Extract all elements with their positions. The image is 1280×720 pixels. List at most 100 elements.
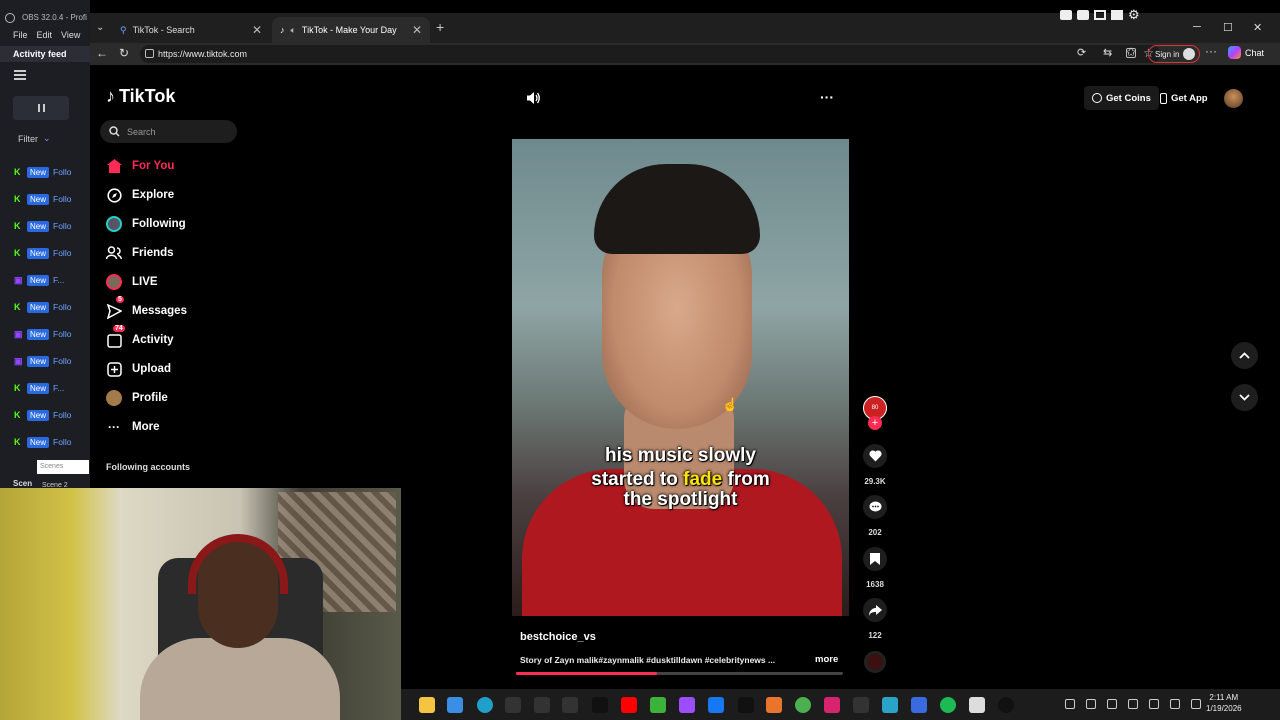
y-app-icon[interactable] xyxy=(534,697,550,713)
obs-activity-row[interactable]: K New Follo xyxy=(14,436,71,448)
copilot-chat-button[interactable]: Chat xyxy=(1228,46,1264,59)
obs-activity-row[interactable]: K New Follo xyxy=(14,193,71,205)
close-icon[interactable]: ✕ xyxy=(252,23,262,37)
window-close-icon[interactable]: ✕ xyxy=(1253,21,1262,34)
obs-hamburger-icon[interactable] xyxy=(14,70,26,80)
nav-upload[interactable]: Upload xyxy=(106,358,171,380)
camera-icon[interactable] xyxy=(1060,10,1072,20)
mic-icon[interactable] xyxy=(1128,699,1138,709)
messenger-icon[interactable] xyxy=(679,697,695,713)
a-app-icon[interactable] xyxy=(505,697,521,713)
follow-plus-icon[interactable]: + xyxy=(868,416,882,430)
next-video-button[interactable] xyxy=(1231,384,1258,411)
more-options-icon[interactable]: ··· xyxy=(820,89,834,105)
nav-profile[interactable]: Profile xyxy=(106,387,168,409)
extension-icon[interactable]: ⟳ xyxy=(1077,46,1086,59)
obs-activity-row[interactable]: K New Follo xyxy=(14,409,71,421)
xbox-icon[interactable] xyxy=(650,697,666,713)
nav-explore[interactable]: Explore xyxy=(106,184,174,206)
video-player[interactable]: his music slowly started to fade from th… xyxy=(512,139,849,616)
reload-icon[interactable]: ↻ xyxy=(119,46,129,60)
obs2-icon[interactable] xyxy=(998,697,1014,713)
wifi-off-icon[interactable] xyxy=(1086,699,1096,709)
volume-icon[interactable] xyxy=(526,91,541,105)
keyboard-icon[interactable] xyxy=(1149,699,1159,709)
minimize-icon[interactable]: ─ xyxy=(1193,21,1201,33)
search-box[interactable]: Search xyxy=(100,120,237,143)
obs-menu-edit[interactable]: Edit xyxy=(37,30,53,40)
sidebar-icon[interactable]: ⇆ xyxy=(1103,46,1112,59)
tab-list-chevron-icon[interactable]: ⌄ xyxy=(96,22,104,33)
nav-more[interactable]: ··· More xyxy=(106,416,159,438)
facebook-icon[interactable] xyxy=(708,697,724,713)
obs-activity-row[interactable]: K New F... xyxy=(14,382,64,394)
network-icon[interactable] xyxy=(1170,699,1180,709)
tab-tiktok-home[interactable]: ♪ 🔈︎ TikTok - Make Your Day ✕ xyxy=(272,17,430,43)
obs-activity-row[interactable]: ▣ New Follo xyxy=(14,355,71,367)
nav-for-you[interactable]: For You xyxy=(106,155,174,177)
comment-button[interactable] xyxy=(863,495,887,519)
previous-video-button[interactable] xyxy=(1231,342,1258,369)
video-author[interactable]: bestchoice_vs xyxy=(520,631,596,643)
obs-activity-row[interactable]: ▣ New Follo xyxy=(14,328,71,340)
save-button[interactable] xyxy=(863,547,887,571)
youtube-icon[interactable] xyxy=(621,697,637,713)
app3-icon[interactable] xyxy=(911,697,927,713)
favorites-icon[interactable]: ✩ xyxy=(1126,45,1136,59)
volume-tray-icon[interactable] xyxy=(1191,699,1201,709)
app4-icon[interactable] xyxy=(969,697,985,713)
chevron-up-icon[interactable] xyxy=(1065,699,1075,709)
site-info-icon[interactable] xyxy=(145,49,154,58)
music-disc-icon[interactable] xyxy=(864,651,886,673)
signin-button[interactable]: Sign in xyxy=(1148,45,1201,63)
spotify-icon[interactable] xyxy=(940,697,956,713)
video-icon[interactable] xyxy=(1077,10,1089,20)
speaker-icon[interactable]: 🔈︎ xyxy=(291,25,296,36)
description-more-button[interactable]: more xyxy=(815,654,838,665)
edge-icon[interactable] xyxy=(477,697,493,713)
window-icon[interactable] xyxy=(1094,10,1106,20)
obs-activity-row[interactable]: K New Follo xyxy=(14,247,71,259)
obs-taskbar-icon[interactable] xyxy=(853,697,869,713)
get-app-button[interactable]: Get App xyxy=(1154,86,1214,110)
new-tab-button[interactable]: + xyxy=(436,19,444,35)
user-avatar[interactable] xyxy=(1224,89,1243,108)
get-coins-button[interactable]: Get Coins xyxy=(1084,86,1159,110)
copy-icon[interactable] xyxy=(1111,10,1123,20)
obs-menu-view[interactable]: View xyxy=(61,30,80,40)
store-icon[interactable] xyxy=(447,697,463,713)
obs-filter[interactable]: Filter ⌄ xyxy=(18,133,51,144)
nav-live[interactable]: LIVE xyxy=(106,271,158,293)
obs-activity-row[interactable]: K New Follo xyxy=(14,301,71,313)
like-button[interactable] xyxy=(863,444,887,468)
x-icon[interactable] xyxy=(738,697,754,713)
menu-dots-icon[interactable]: ··· xyxy=(1205,44,1217,58)
app-icon[interactable] xyxy=(766,697,782,713)
obs-activity-row[interactable]: K New Follo xyxy=(14,166,71,178)
taskbar-clock[interactable]: 2:11 AM 1/19/2026 xyxy=(1206,692,1242,714)
nav-messages[interactable]: 5 Messages xyxy=(106,296,187,322)
nav-activity[interactable]: 74 Activity xyxy=(106,325,174,351)
obs-pause-button[interactable] xyxy=(13,96,69,120)
address-bar[interactable]: https://www.tiktok.com ☆ xyxy=(140,45,1160,63)
tab-tiktok-search[interactable]: ⚲ TikTok - Search ✕ xyxy=(112,17,270,43)
obs-tray-icon[interactable] xyxy=(1107,699,1117,709)
nav-following[interactable]: Following xyxy=(106,213,186,235)
close-icon[interactable]: ✕ xyxy=(412,23,422,37)
obs-menu-file[interactable]: File xyxy=(13,30,28,40)
chrome-icon[interactable] xyxy=(795,697,811,713)
tiktok-logo[interactable]: ♪ TikTok xyxy=(106,86,175,107)
instagram-icon[interactable] xyxy=(824,697,840,713)
gear-icon[interactable]: ⚙ xyxy=(1128,8,1140,21)
obs-activity-row[interactable]: K New Follo xyxy=(14,220,71,232)
video-progress-track[interactable] xyxy=(516,672,843,675)
f-app-icon[interactable] xyxy=(562,697,578,713)
maximize-icon[interactable]: ☐ xyxy=(1223,21,1233,34)
tiktok-taskbar-icon[interactable] xyxy=(592,697,608,713)
share-button[interactable] xyxy=(863,598,887,622)
obs-activity-row[interactable]: ▣ New F... xyxy=(14,274,64,286)
back-icon[interactable]: ← xyxy=(96,46,108,60)
folder-icon[interactable] xyxy=(419,697,435,713)
app2-icon[interactable] xyxy=(882,697,898,713)
nav-friends[interactable]: Friends xyxy=(106,242,174,264)
